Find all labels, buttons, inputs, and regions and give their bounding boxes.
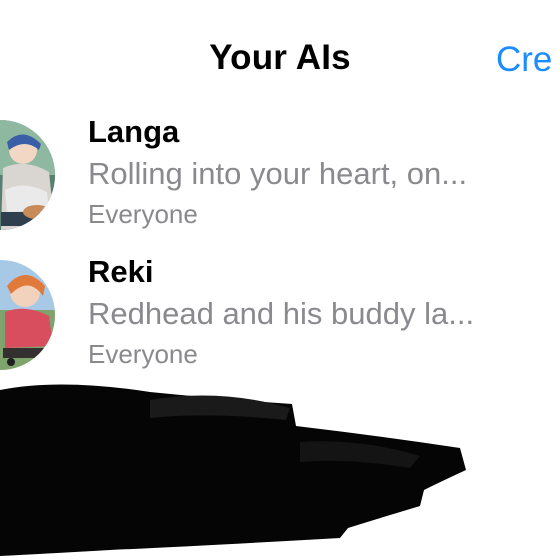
- ai-name: Reki: [88, 254, 154, 289]
- ai-name: Langa: [88, 114, 180, 149]
- redaction-scribble: [0, 384, 466, 556]
- your-ais-screen: Your AIs Cre Langa Rolling into your hea…: [0, 0, 560, 560]
- ai-description: Rolling into your heart, on...: [88, 156, 468, 191]
- page-title-text: Your AIs: [209, 38, 351, 77]
- avatar: [0, 120, 55, 230]
- anime-avatar-reki-icon: [0, 260, 55, 370]
- ai-visibility: Everyone: [88, 339, 198, 369]
- ai-visibility: Everyone: [88, 199, 198, 229]
- avatar: [0, 260, 55, 370]
- ai-list-item-reki[interactable]: Reki Redhead and his buddy la... Everyon…: [0, 252, 560, 382]
- ai-description: Redhead and his buddy la...: [88, 296, 475, 331]
- ai-list-item-langa[interactable]: Langa Rolling into your heart, on... Eve…: [0, 112, 560, 242]
- page-title: Your AIs: [0, 38, 560, 78]
- create-button[interactable]: Cre: [496, 40, 552, 80]
- anime-avatar-langa-icon: [0, 120, 55, 230]
